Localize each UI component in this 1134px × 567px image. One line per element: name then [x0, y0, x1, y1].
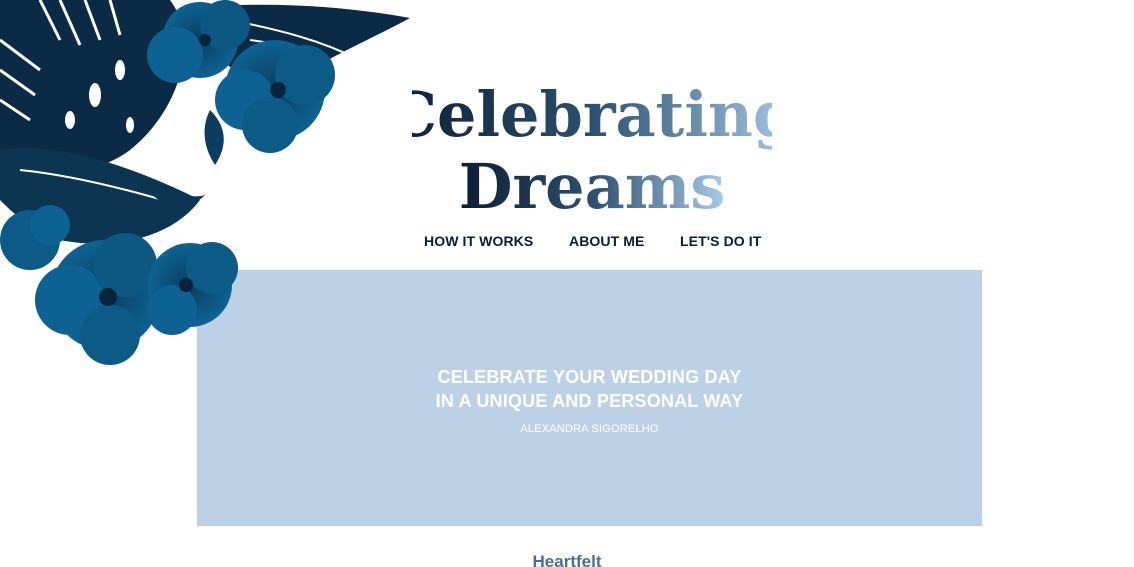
hero-title: CELEBRATE YOUR WEDDING DAY IN A UNIQUE A…	[197, 365, 982, 413]
nav-how-it-works[interactable]: HOW IT WORKS	[424, 233, 533, 249]
logo-line-2: Dreams	[459, 150, 726, 222]
section-heading: Heartfelt	[532, 552, 602, 567]
main-nav: HOW IT WORKS ABOUT ME LET'S DO IT	[0, 233, 1134, 253]
hero-title-line-2: IN A UNIQUE AND PERSONAL WAY	[435, 391, 744, 411]
site-logo[interactable]: Celebrating Dreams	[412, 72, 772, 222]
hero-author: ALEXANDRA SIGORELHO	[520, 423, 659, 435]
nav-about-me[interactable]: ABOUT ME	[569, 233, 644, 249]
tropical-flowers-illustration	[0, 0, 420, 370]
nav-lets-do-it[interactable]: LET'S DO IT	[680, 233, 761, 249]
logo-line-1: Celebrating	[412, 78, 772, 151]
